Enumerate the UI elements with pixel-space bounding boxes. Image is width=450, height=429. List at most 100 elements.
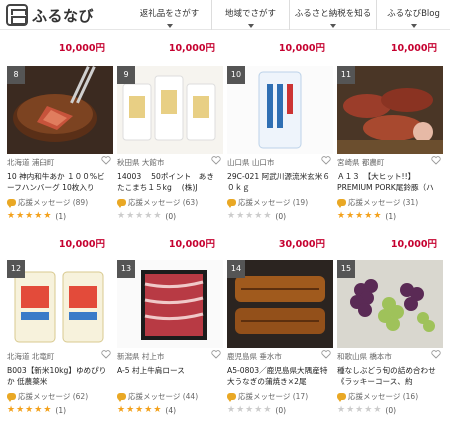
product-card[interactable]: 9 秋田県 大館市 14003 50ポイント あきたこまち１５kg (株)J 応… [117, 66, 223, 231]
product-title[interactable]: 29C-021 阿武川源流米玄米６０ｋｇ [227, 171, 331, 193]
heart-icon[interactable] [211, 155, 221, 165]
product-image[interactable]: 14 [227, 260, 333, 348]
message-icon [7, 199, 16, 208]
product-title[interactable]: A5-0803／鹿児島県大隅産特大うなぎの蒲焼き×2尾 [227, 365, 331, 387]
star-icon: ★ [346, 211, 355, 221]
heart-icon[interactable] [211, 349, 221, 359]
nav-item-blog[interactable]: ふるなびBlog [376, 0, 450, 30]
star-icon: ★ [34, 405, 43, 415]
star-rating: ★ ★ ★ ★ ★ (4) [117, 405, 176, 415]
site-header: ふるなび 返礼品をさがす 地域でさがす ふるさと納税を知る ふるなびBlog [0, 0, 450, 30]
message-icon [117, 199, 126, 208]
star-icon: ★ [126, 211, 135, 221]
star-rating: ★ ★ ★ ★ ★ (1) [7, 405, 66, 415]
support-message-text: 応援メッセージ (31) [348, 198, 419, 207]
product-location: 北海道 北竜町 [7, 352, 55, 361]
product-card[interactable]: 10 山口県 山口市 29C-021 阿武川源流米玄米６０ｋｇ 応援メッセージ … [227, 66, 333, 231]
star-icon: ★ [117, 211, 126, 221]
heart-icon[interactable] [321, 155, 331, 165]
star-icon: ★ [25, 211, 34, 221]
product-card[interactable]: 13 新潟県 村上市 A-5 村上牛肩ロース 応援メッセージ (44) ★ ★ ★ ★… [117, 260, 223, 425]
support-message[interactable]: 応援メッセージ (89) [7, 197, 88, 208]
product-image[interactable]: 9 [117, 66, 223, 154]
support-message[interactable]: 応援メッセージ (31) [337, 197, 418, 208]
product-price: 10,000円 [58, 43, 105, 54]
star-icon: ★ [355, 211, 364, 221]
product-card[interactable]: 11 宮崎県 都農町 Ａ１３ 【大ヒット!!】PREMIUM PORK尾鈴豚（ハ… [337, 66, 443, 231]
product-card[interactable]: 14 鹿児島県 垂水市 A5-0803／鹿児島県大隅産特大うなぎの蒲焼き×2尾 … [227, 260, 333, 425]
star-icon: ★ [373, 405, 382, 415]
product-title[interactable]: A-5 村上牛肩ロース [117, 365, 221, 387]
star-icon: ★ [16, 211, 25, 221]
star-icon: ★ [43, 405, 52, 415]
star-icon: ★ [227, 211, 236, 221]
product-price: 10,000円 [168, 239, 215, 250]
price-row: 10,000円 10,000円 10,000円 10,000円 [0, 36, 450, 56]
heart-icon[interactable] [321, 349, 331, 359]
product-image[interactable]: 8 [7, 66, 113, 154]
heart-icon[interactable] [431, 155, 441, 165]
heart-icon[interactable] [101, 349, 111, 359]
nav-item-search-gifts[interactable]: 返礼品をさがす [128, 0, 211, 30]
heart-icon[interactable] [431, 349, 441, 359]
chevron-down-icon [410, 24, 417, 28]
product-image[interactable]: 13 [117, 260, 223, 348]
product-image[interactable]: 10 [227, 66, 333, 154]
product-card[interactable]: 12 北海道 北竜町 B003【新米10kg】ゆめぴりか 低農薬米 応援メッセー… [7, 260, 113, 425]
product-title[interactable]: 種なしぶどう旬の詰め合わせ《ラッキーコース、約 [337, 365, 441, 387]
product-card[interactable]: 15 和歌山県 橋本市 種なしぶどう旬の詰め合わせ《ラッキーコース、約 応援メッ… [337, 260, 443, 425]
review-count: (1) [55, 405, 67, 415]
support-message[interactable]: 応援メッセージ (63) [117, 197, 198, 208]
nav-label: ふるさと納税を知る [294, 9, 372, 19]
star-icon: ★ [117, 405, 126, 415]
support-message-text: 応援メッセージ (89) [18, 198, 89, 207]
star-icon: ★ [25, 405, 34, 415]
heart-icon[interactable] [101, 155, 111, 165]
support-message[interactable]: 応援メッセージ (16) [337, 391, 418, 402]
support-message-text: 応援メッセージ (17) [238, 392, 309, 401]
nav-item-learn[interactable]: ふるさと納税を知る [289, 0, 376, 30]
star-icon: ★ [227, 405, 236, 415]
product-title[interactable]: B003【新米10kg】ゆめぴりか 低農薬米 [7, 365, 111, 387]
message-icon [227, 393, 236, 402]
star-icon: ★ [373, 211, 382, 221]
rank-badge: 10 [227, 66, 245, 84]
chevron-down-icon [247, 24, 254, 28]
message-icon [337, 199, 346, 208]
product-image[interactable]: 12 [7, 260, 113, 348]
chevron-down-icon [330, 24, 336, 28]
rank-badge: 13 [117, 260, 135, 278]
product-title[interactable]: 14003 50ポイント あきたこまち１５kg (株)J [117, 171, 221, 193]
product-title[interactable]: Ａ１３ 【大ヒット!!】PREMIUM PORK尾鈴豚（ハ [337, 171, 441, 193]
star-icon: ★ [364, 405, 373, 415]
product-price: 10,000円 [278, 43, 325, 54]
product-image[interactable]: 11 [337, 66, 443, 154]
product-price: 10,000円 [390, 239, 437, 250]
product-location: 新潟県 村上市 [117, 352, 165, 361]
message-icon [7, 393, 16, 402]
logo[interactable]: ふるなび [6, 3, 94, 27]
support-message-text: 応援メッセージ (63) [128, 198, 199, 207]
product-price: 10,000円 [58, 239, 105, 250]
product-price: 30,000円 [278, 239, 325, 250]
product-location: 北海道 浦臼町 [7, 158, 55, 167]
star-icon: ★ [135, 211, 144, 221]
nav-label: 返礼品をさがす [139, 9, 200, 19]
star-icon: ★ [126, 405, 135, 415]
review-count: (0) [165, 211, 177, 221]
support-message[interactable]: 応援メッセージ (19) [227, 197, 308, 208]
star-icon: ★ [337, 211, 346, 221]
product-title[interactable]: 10 神内和牛あか １００%ビーフハンバーグ 10枚入り [7, 171, 111, 193]
support-message-text: 応援メッセージ (16) [348, 392, 419, 401]
support-message[interactable]: 応援メッセージ (17) [227, 391, 308, 402]
product-card[interactable]: 8 北海道 浦臼町 10 神内和牛あか １００%ビーフハンバーグ 10枚入り 応… [7, 66, 113, 231]
star-icon: ★ [135, 405, 144, 415]
star-icon: ★ [263, 211, 272, 221]
review-count: (0) [275, 405, 287, 415]
product-image[interactable]: 15 [337, 260, 443, 348]
nav-label: 地域でさがす [224, 9, 276, 19]
support-message[interactable]: 応援メッセージ (44) [117, 391, 198, 402]
rank-badge: 14 [227, 260, 245, 278]
support-message[interactable]: 応援メッセージ (62) [7, 391, 88, 402]
nav-item-search-region[interactable]: 地域でさがす [211, 0, 289, 30]
